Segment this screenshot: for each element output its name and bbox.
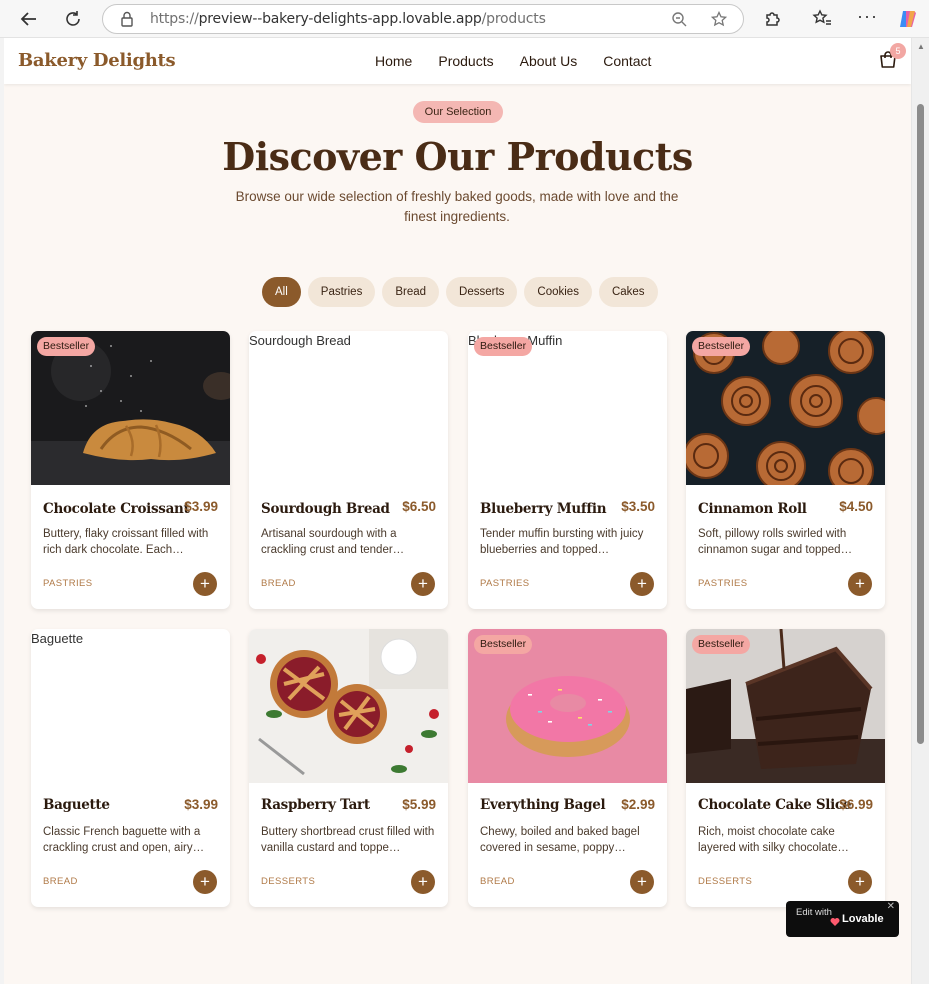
lovable-heart-icon (830, 914, 840, 932)
product-description: Soft, pillowy rolls swirled with cinnamo… (698, 528, 853, 556)
add-to-cart-button[interactable]: + (848, 572, 872, 596)
url-text: https://preview--bakery-delights-app.lov… (150, 11, 546, 27)
product-price: $5.99 (402, 797, 436, 812)
bestseller-badge: Bestseller (474, 337, 533, 356)
product-name: Raspberry Tart (261, 797, 370, 813)
product-name: Baguette (43, 797, 110, 813)
cart-count-badge: 5 (890, 43, 906, 59)
product-name: Everything Bagel (480, 797, 606, 813)
product-image (249, 629, 448, 783)
product-name: Cinnamon Roll (698, 501, 807, 517)
address-bar[interactable]: https://preview--bakery-delights-app.lov… (102, 4, 744, 34)
bestseller-badge: Bestseller (692, 635, 751, 654)
product-category: DESSERTS (698, 876, 753, 887)
product-name: Chocolate Croissant (43, 501, 190, 517)
zoom-icon[interactable] (671, 11, 687, 32)
filter-pastries[interactable]: Pastries (307, 277, 376, 307)
filter-cakes[interactable]: Cakes (598, 277, 658, 307)
product-card[interactable]: Bestseller Chocolate Cake Slice $6.99 Ri… (686, 629, 885, 907)
filter-all[interactable]: All (262, 277, 301, 307)
site-header: Bakery Delights Home Products About Us C… (4, 38, 911, 84)
nav-about[interactable]: About Us (520, 53, 578, 69)
edit-label: Edit with (796, 907, 832, 918)
product-description: Chewy, boiled and baked bagel covered in… (480, 826, 640, 854)
product-name: Blueberry Muffin (480, 501, 607, 517)
product-card[interactable]: Raspberry Tart $5.99 Buttery shortbread … (249, 629, 448, 907)
scroll-thumb[interactable] (917, 104, 924, 744)
broken-image-alt: Baguette (31, 631, 84, 646)
product-name: Sourdough Bread (261, 501, 390, 517)
page-subtitle: Browse our wide selection of freshly bak… (235, 189, 679, 224)
favorites-icon[interactable] (812, 9, 832, 32)
add-to-cart-button[interactable]: + (630, 572, 654, 596)
site-logo[interactable]: Bakery Delights (18, 50, 176, 71)
product-price: $2.99 (621, 797, 655, 812)
product-category: PASTRIES (43, 578, 93, 589)
product-image: Sourdough Bread (249, 331, 448, 485)
product-card[interactable]: Bestseller Everything Bagel $2.99 Chewy,… (468, 629, 667, 907)
product-card[interactable]: Sourdough Bread Sourdough Bread $6.50 Ar… (249, 331, 448, 609)
product-description: Buttery shortbread crust filled with van… (261, 826, 435, 854)
product-category: DESSERTS (261, 876, 316, 887)
product-category: BREAD (261, 578, 296, 589)
product-card[interactable]: Blueberry Muffin Bestseller Blueberry Mu… (468, 331, 667, 609)
product-card[interactable]: Bestseller Cinnamon Roll $4.50 Soft, pil… (686, 331, 885, 609)
bestseller-badge: Bestseller (474, 635, 533, 654)
bestseller-badge: Bestseller (692, 337, 751, 356)
add-to-cart-button[interactable]: + (848, 870, 872, 894)
product-card[interactable]: Baguette Baguette $3.99 Classic French b… (31, 629, 230, 907)
nav-home[interactable]: Home (375, 53, 412, 69)
add-to-cart-button[interactable]: + (630, 870, 654, 894)
product-image: Baguette (31, 629, 230, 783)
close-icon[interactable]: ✕ (887, 901, 895, 912)
product-description: Artisanal sourdough with a crackling cru… (261, 528, 405, 556)
back-arrow-icon[interactable] (16, 7, 42, 31)
copilot-icon[interactable] (897, 8, 919, 35)
favorite-star-icon[interactable] (710, 10, 728, 32)
category-filters: All Pastries Bread Desserts Cookies Cake… (262, 277, 658, 307)
product-description: Buttery, flaky croissant filled with ric… (43, 528, 209, 556)
add-to-cart-button[interactable]: + (411, 572, 435, 596)
edit-with-lovable-widget[interactable]: Edit with Lovable ✕ (786, 901, 899, 937)
product-name: Chocolate Cake Slice (698, 797, 852, 813)
product-category: PASTRIES (698, 578, 748, 589)
product-category: BREAD (480, 876, 515, 887)
refresh-icon[interactable] (60, 7, 86, 31)
filter-bread[interactable]: Bread (382, 277, 440, 307)
lovable-brand: Lovable (842, 913, 884, 925)
product-card[interactable]: Bestseller Chocolate Croissant $3.99 But… (31, 331, 230, 609)
product-price: $3.99 (184, 499, 218, 514)
product-description: Tender muffin bursting with juicy bluebe… (480, 528, 644, 556)
page-scrollbar[interactable]: ▲ (911, 38, 929, 984)
main-nav: Home Products About Us Contact (375, 53, 651, 69)
filter-desserts[interactable]: Desserts (446, 277, 518, 307)
product-price: $6.99 (839, 797, 873, 812)
browser-toolbar: https://preview--bakery-delights-app.lov… (0, 0, 929, 38)
product-price: $6.50 (402, 499, 436, 514)
scroll-up-arrow-icon[interactable]: ▲ (917, 42, 925, 51)
nav-products[interactable]: Products (438, 53, 493, 69)
extensions-icon[interactable] (763, 9, 781, 32)
product-category: BREAD (43, 876, 78, 887)
more-options-icon[interactable]: ··· (857, 6, 878, 27)
product-category: PASTRIES (480, 578, 530, 589)
page-title: Discover Our Products (222, 134, 693, 179)
product-description: Rich, moist chocolate cake layered with … (698, 826, 849, 854)
product-price: $3.50 (621, 499, 655, 514)
broken-image-alt: Sourdough Bread (249, 333, 351, 348)
page-viewport: Bakery Delights Home Products About Us C… (4, 38, 911, 984)
section-eyebrow: Our Selection (413, 101, 503, 123)
nav-contact[interactable]: Contact (603, 53, 651, 69)
add-to-cart-button[interactable]: + (193, 870, 217, 894)
add-to-cart-button[interactable]: + (193, 572, 217, 596)
add-to-cart-button[interactable]: + (411, 870, 435, 894)
lock-icon[interactable] (120, 11, 134, 32)
product-price: $4.50 (839, 499, 873, 514)
product-description: Classic French baguette with a crackling… (43, 826, 205, 854)
filter-cookies[interactable]: Cookies (524, 277, 592, 307)
bestseller-badge: Bestseller (37, 337, 96, 356)
product-price: $3.99 (184, 797, 218, 812)
